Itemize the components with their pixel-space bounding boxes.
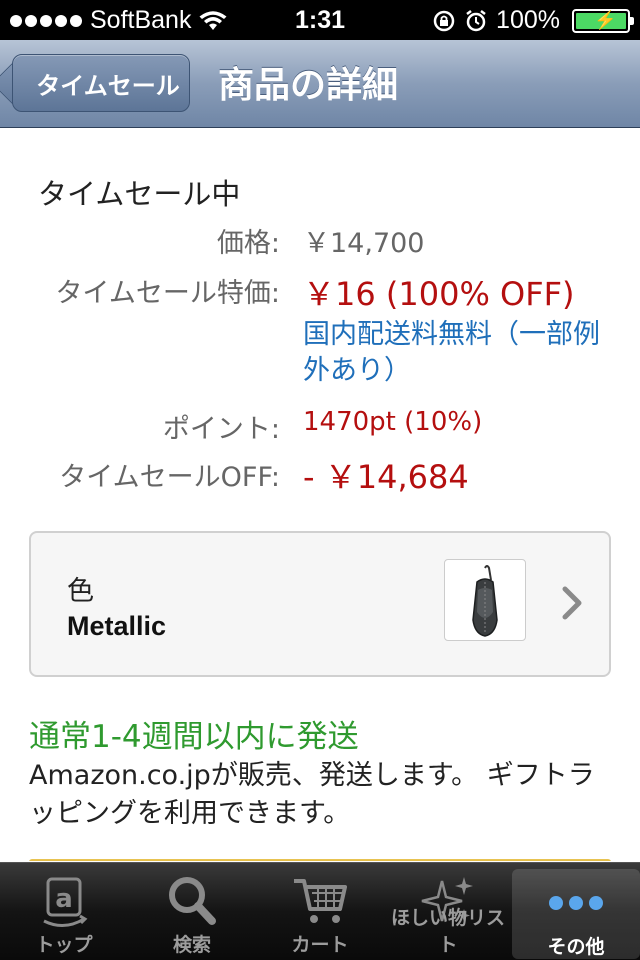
- availability-text: 通常1-4週間以内に発送: [29, 719, 359, 755]
- amazon-logo-icon: a: [43, 877, 88, 927]
- status-right: 100% ⚡: [432, 6, 634, 35]
- tab-cart-label: カート: [291, 934, 349, 956]
- chevron-right-icon: [562, 586, 582, 620]
- rotation-lock-icon: [433, 10, 455, 31]
- product-detail-content[interactable]: タイムセール中 価格: ￥14,700 タイムセール特価: ￥16 (100% …: [0, 129, 640, 861]
- color-variation-selector[interactable]: 色 Metallic: [29, 531, 611, 677]
- tab-wishlist-label: ほしい物リスト: [390, 907, 505, 956]
- tab-bar: a トップ 検索 カート ほしい物リスト その他: [0, 862, 640, 960]
- bag-image-icon: [472, 565, 498, 637]
- tab-top-label: トップ: [35, 934, 93, 956]
- variation-label: 色: [67, 576, 94, 607]
- tab-search-label: 検索: [172, 934, 211, 956]
- tab-wishlist[interactable]: ほしい物リスト: [384, 863, 512, 960]
- points-label: ポイント:: [162, 414, 280, 445]
- tab-search[interactable]: 検索: [128, 863, 256, 960]
- search-icon: [169, 877, 216, 925]
- back-button[interactable]: タイムセール: [12, 54, 190, 112]
- tab-top[interactable]: a トップ: [0, 863, 128, 960]
- cart-icon: [294, 879, 347, 923]
- variation-value: Metallic: [67, 611, 167, 641]
- page-title: 商品の詳細: [218, 65, 399, 106]
- sale-price-label: タイムセール特価:: [55, 278, 280, 309]
- back-button-label: タイムセール: [36, 71, 180, 100]
- product-thumbnail: [444, 559, 526, 641]
- savings-label: タイムセールOFF:: [59, 462, 280, 493]
- savings-value: - ￥14,684: [303, 458, 469, 496]
- free-shipping-link[interactable]: 国内配送料無料（一部例外あり）: [303, 317, 613, 389]
- alarm-icon: [466, 9, 486, 31]
- seller-info: Amazon.co.jpが販売、発送します。 ギフトラッピングを利用できます。: [29, 760, 595, 829]
- tab-more-label: その他: [547, 936, 605, 958]
- tab-more[interactable]: その他: [512, 869, 640, 959]
- tab-cart[interactable]: カート: [256, 863, 384, 960]
- status-bar: SoftBank 1:31 100% ⚡: [0, 0, 640, 40]
- more-dots-icon: [549, 896, 603, 910]
- navigation-bar: タイムセール 商品の詳細: [0, 40, 640, 128]
- sale-price-value: ￥16 (100% OFF): [303, 275, 575, 313]
- battery-icon: ⚡: [572, 8, 634, 33]
- add-to-cart-button-edge[interactable]: [29, 859, 611, 861]
- list-price-label: 価格:: [216, 228, 280, 259]
- svg-text:a: a: [55, 884, 73, 914]
- list-price-value: ￥14,700: [303, 228, 425, 259]
- sale-status: タイムセール中: [38, 177, 241, 211]
- points-value: 1470pt (10%): [303, 407, 483, 437]
- battery-percent: 100%: [496, 6, 560, 34]
